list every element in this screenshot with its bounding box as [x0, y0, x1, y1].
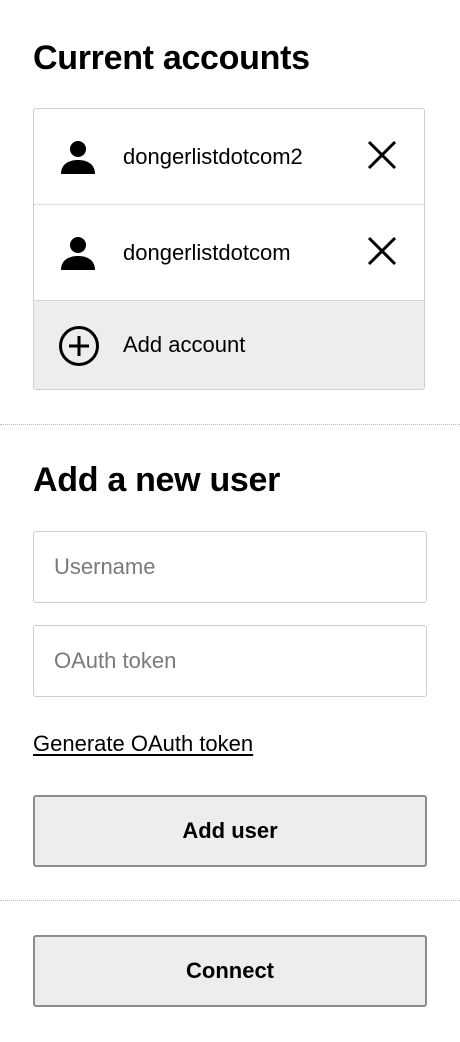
- account-manager-panel: Current accounts dongerlistdotcom2 donge…: [0, 0, 460, 1042]
- connect-button[interactable]: Connect: [33, 935, 427, 1007]
- section-divider: [0, 900, 460, 901]
- remove-account-button[interactable]: [364, 137, 400, 173]
- close-icon: [367, 140, 397, 170]
- add-user-button[interactable]: Add user: [33, 795, 427, 867]
- remove-account-button[interactable]: [364, 233, 400, 269]
- account-row: dongerlistdotcom: [34, 205, 424, 301]
- add-account-button[interactable]: Add account: [34, 301, 424, 389]
- current-accounts-title: Current accounts: [33, 39, 310, 77]
- close-icon: [367, 236, 397, 266]
- add-account-label: Add account: [123, 332, 246, 357]
- section-divider: [0, 424, 460, 425]
- accounts-list: dongerlistdotcom2 dongerlistdotcom Add a…: [33, 108, 425, 390]
- generate-oauth-token-link[interactable]: Generate OAuth token: [33, 730, 253, 758]
- user-icon: [61, 237, 95, 270]
- username-input[interactable]: [33, 531, 427, 603]
- plus-circle-icon: [59, 326, 99, 366]
- user-icon: [61, 141, 95, 174]
- add-user-title: Add a new user: [33, 461, 281, 499]
- oauth-token-input[interactable]: [33, 625, 427, 697]
- account-username: dongerlistdotcom2: [123, 144, 303, 169]
- account-username: dongerlistdotcom: [123, 240, 291, 265]
- account-row: dongerlistdotcom2: [34, 109, 424, 205]
